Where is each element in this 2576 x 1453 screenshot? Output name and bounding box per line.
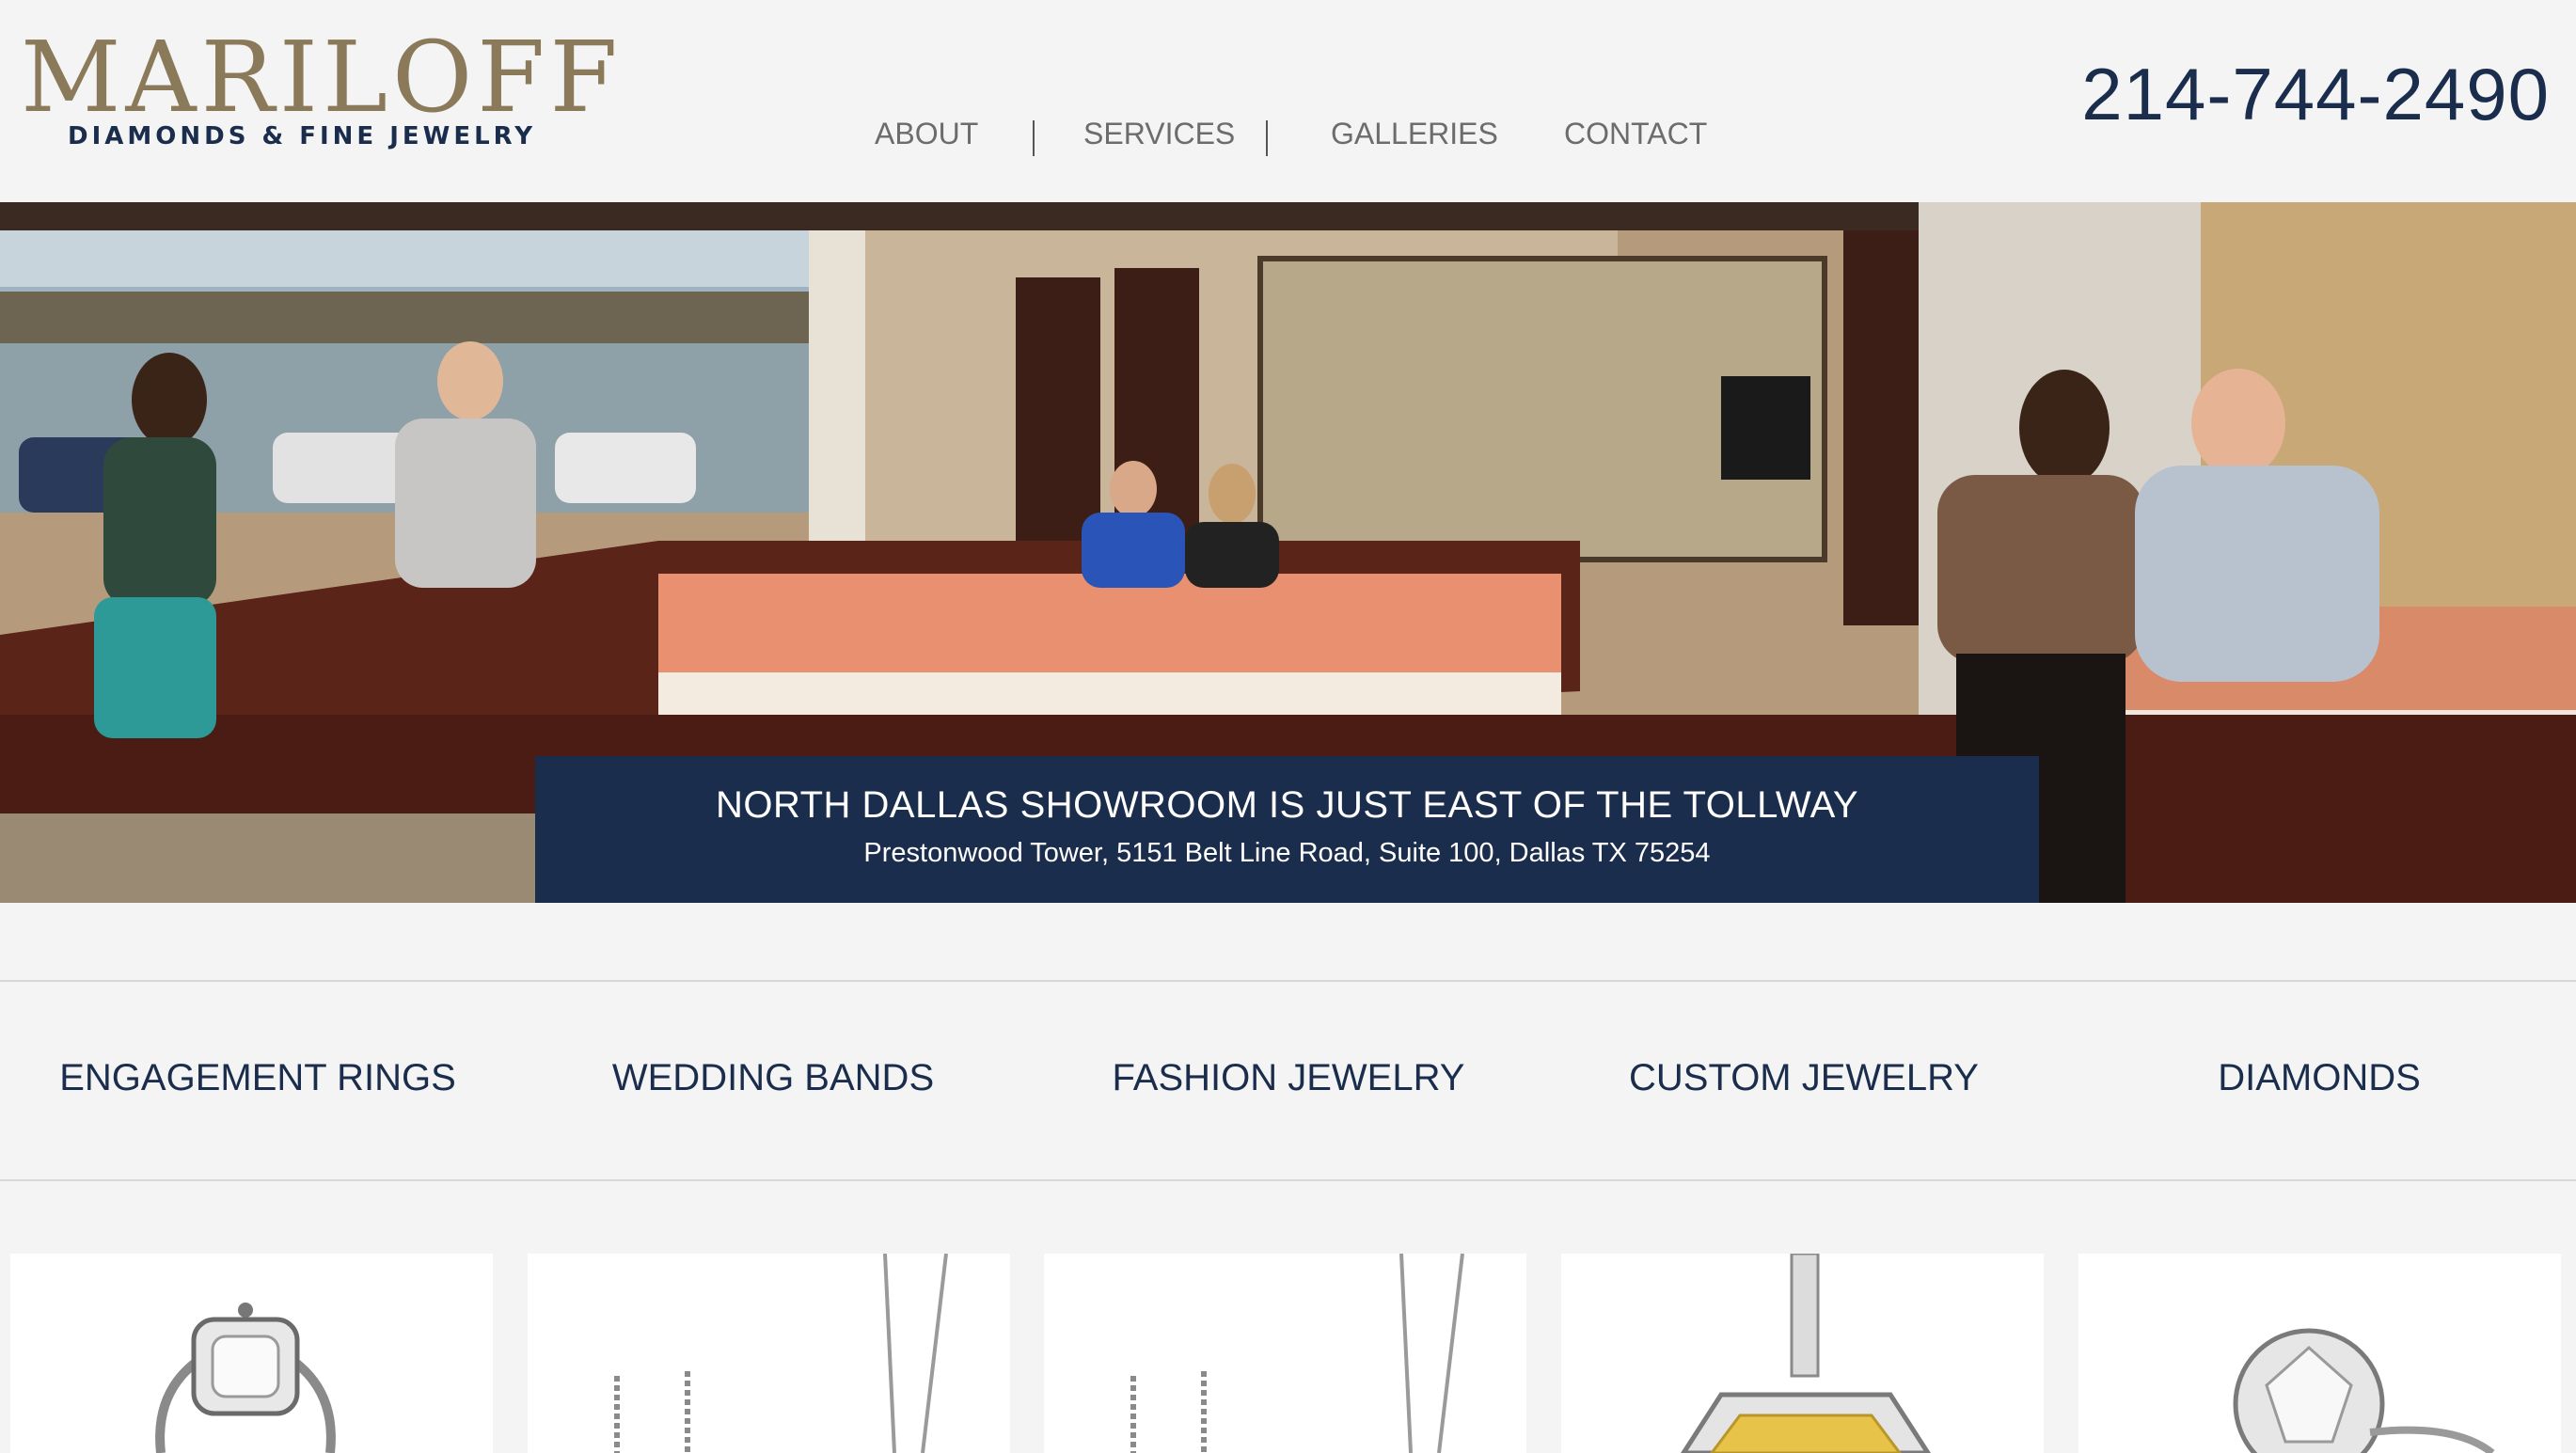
- category-engagement-rings[interactable]: ENGAGEMENT RINGS: [0, 1057, 515, 1099]
- hero-section: NORTH DALLAS SHOWROOM IS JUST EAST OF TH…: [0, 202, 2576, 903]
- nav-services[interactable]: SERVICES: [1083, 117, 1235, 151]
- category-diamonds[interactable]: DIAMONDS: [2062, 1057, 2576, 1099]
- logo-wordmark: MARILOFF: [21, 20, 623, 134]
- banner-address: Prestonwood Tower, 5151 Belt Line Road, …: [863, 838, 1711, 868]
- diamond-pendant-necklace-icon: [1130, 1254, 1464, 1453]
- nav-galleries[interactable]: GALLERIES: [1331, 117, 1498, 151]
- product-grid: [0, 1254, 2576, 1453]
- banner-title: NORTH DALLAS SHOWROOM IS JUST EAST OF TH…: [715, 784, 1859, 826]
- showroom-banner: NORTH DALLAS SHOWROOM IS JUST EAST OF TH…: [535, 756, 2039, 903]
- category-fashion-jewelry[interactable]: FASHION JEWELRY: [1031, 1057, 1546, 1099]
- product-card[interactable]: [528, 1254, 1010, 1453]
- solitaire-ring-icon: [2233, 1328, 2495, 1453]
- product-card[interactable]: [1044, 1254, 1526, 1453]
- site-logo[interactable]: MARILOFF DIAMONDS & FINE JEWELRY: [21, 28, 618, 160]
- site-header: MARILOFF DIAMONDS & FINE JEWELRY ABOUT S…: [0, 0, 2576, 202]
- category-bar: ENGAGEMENT RINGS WEDDING BANDS FASHION J…: [0, 980, 2576, 1181]
- yellow-diamond-pendant-icon: [1681, 1254, 1931, 1453]
- product-card[interactable]: [2078, 1254, 2561, 1453]
- nav-contact[interactable]: CONTACT: [1564, 117, 1707, 151]
- cushion-halo-ring-icon: [155, 1303, 336, 1453]
- nav-divider: [1033, 120, 1035, 156]
- product-card[interactable]: [10, 1254, 493, 1453]
- product-card[interactable]: [1561, 1254, 2044, 1453]
- category-wedding-bands[interactable]: WEDDING BANDS: [515, 1057, 1031, 1099]
- nav-about[interactable]: ABOUT: [875, 117, 978, 151]
- logo-tagline: DIAMONDS & FINE JEWELRY: [68, 122, 537, 150]
- diamond-pendant-necklace-icon: [614, 1254, 948, 1453]
- category-custom-jewelry[interactable]: CUSTOM JEWELRY: [1546, 1057, 2062, 1099]
- nav-divider: [1266, 120, 1268, 156]
- phone-number[interactable]: 214-744-2490: [2081, 52, 2550, 137]
